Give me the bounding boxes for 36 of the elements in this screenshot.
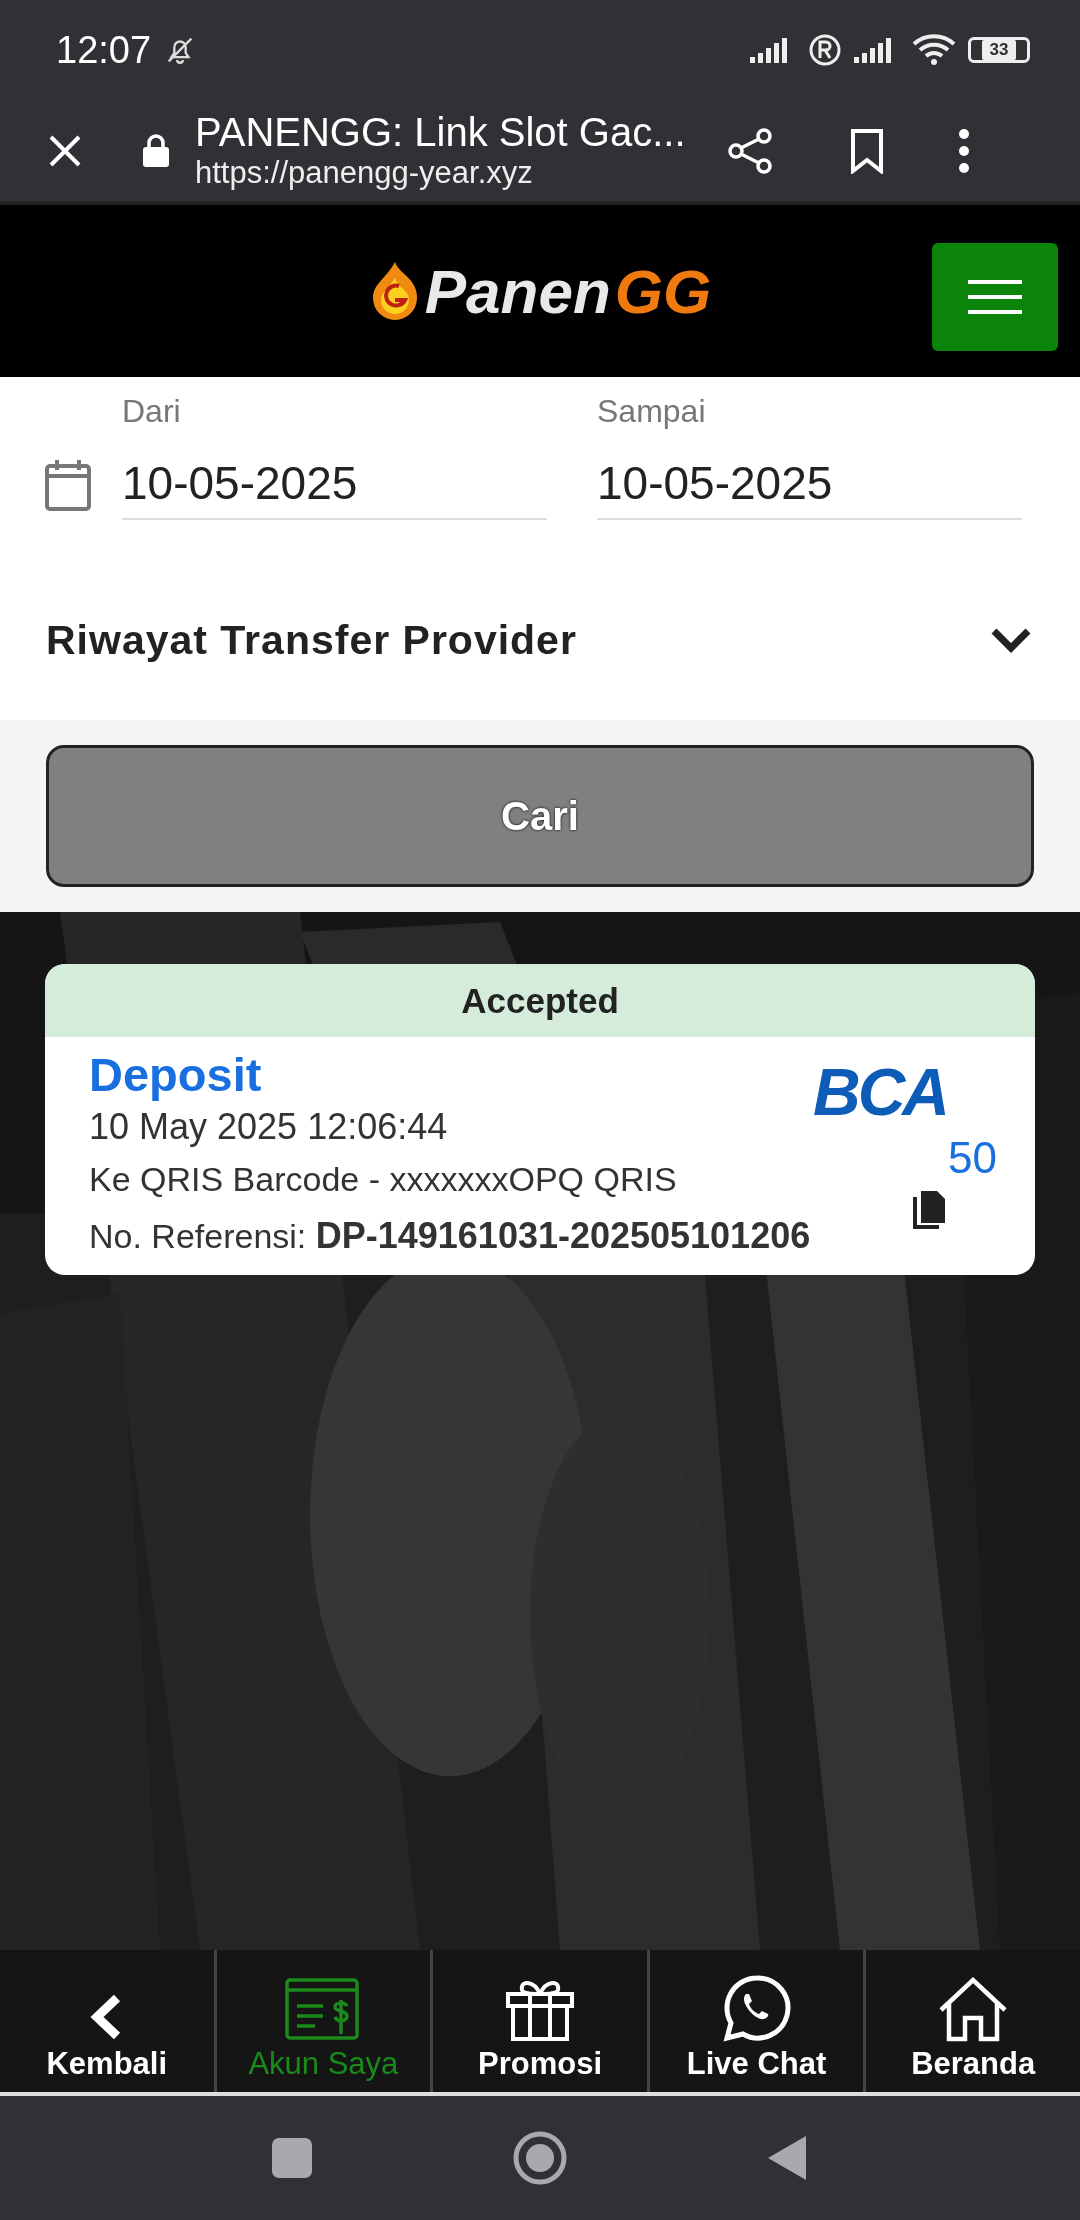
field-label: Sampai (597, 393, 707, 430)
transaction-date: 10 May 2025 12:06:44 (89, 1106, 449, 1148)
transaction-amount: 50 (948, 1133, 997, 1183)
share-icon[interactable] (725, 125, 775, 176)
lock-icon (141, 132, 171, 169)
nav-item[interactable]: Beranda (866, 1950, 1080, 2092)
home-button-icon[interactable] (512, 2130, 568, 2186)
status-text: Accepted (461, 980, 619, 1021)
more-icon[interactable] (957, 127, 971, 174)
chevron-down-icon (990, 627, 1032, 653)
page-title: PANENGG: Link Slot Gac... (195, 110, 687, 155)
back-triangle-icon[interactable] (768, 2136, 808, 2180)
battery-icon: 33 (968, 37, 1030, 63)
status-time: 12:07 (56, 28, 152, 72)
site-logo[interactable]: PanenGG (368, 255, 712, 327)
roaming-icon (808, 33, 842, 67)
copy-icon[interactable] (911, 1189, 947, 1229)
wallet-icon (285, 1978, 362, 2042)
wifi-icon (912, 34, 956, 66)
nav-item[interactable]: Kembali (0, 1950, 217, 2092)
nav-item[interactable]: Akun Saya (216, 1950, 434, 2092)
whatsapp-icon (721, 1974, 792, 2042)
search-button[interactable]: Cari (46, 745, 1034, 887)
menu-icon (968, 279, 1022, 315)
recents-icon[interactable] (272, 2138, 312, 2178)
bank-logo: BCA (813, 1059, 947, 1125)
dropdown-select[interactable]: Riwayat Transfer Provider (0, 560, 1080, 720)
transaction-destination: Ke QRIS Barcode - xxxxxxxOPQ QRIS (89, 1160, 678, 1199)
menu-button[interactable] (932, 243, 1058, 351)
calendar-icon[interactable] (44, 458, 92, 512)
nav-item[interactable]: Live Chat (649, 1950, 867, 2092)
field-label: Dari (122, 393, 182, 430)
transaction-type: Deposit (89, 1047, 263, 1102)
reference-number: No. Referensi: DP-149161031-202505101206 (89, 1215, 811, 1257)
nav-item[interactable]: Promosi (433, 1950, 650, 2092)
page-url: https://panengg-year.xyz (195, 155, 534, 191)
